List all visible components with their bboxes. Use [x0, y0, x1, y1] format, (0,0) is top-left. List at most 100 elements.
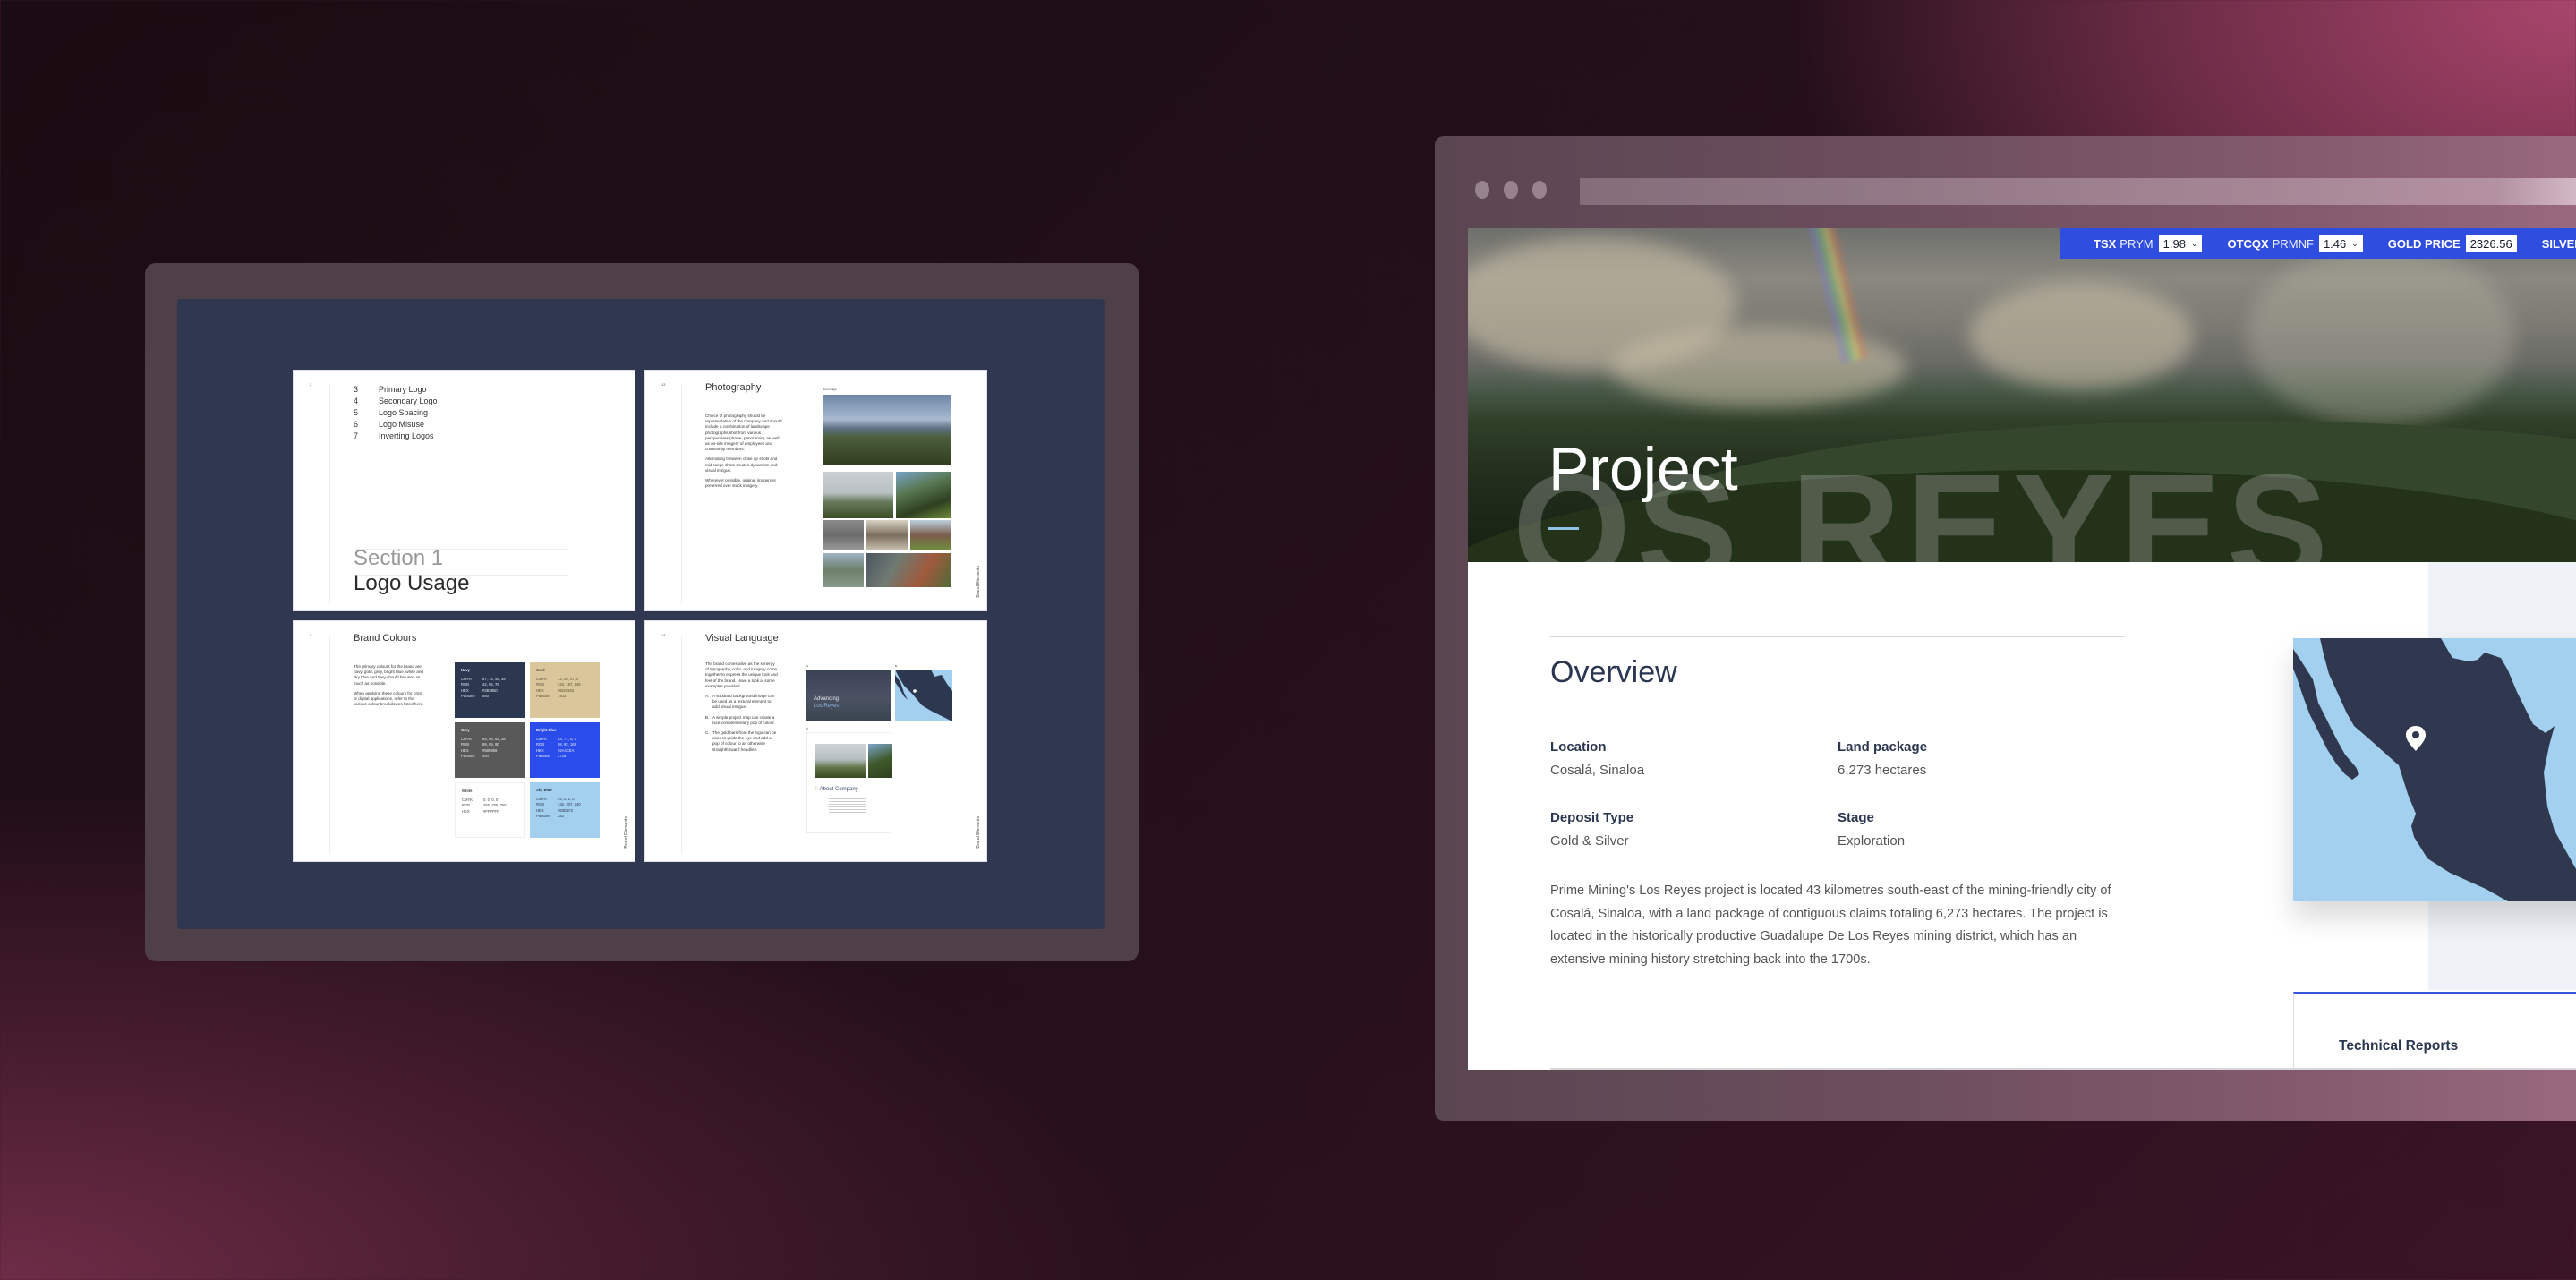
- swatch-white: White CMYK 0, 0, 0, 0 RGB 255, 255, 255 HEX #F…: [455, 782, 525, 838]
- swatch-spec-row: Pantone 283: [536, 814, 564, 818]
- cloud: [1969, 282, 2193, 389]
- page-rule: [681, 636, 682, 854]
- example-a-line1: Advancing: [814, 696, 840, 702]
- page-title: Visual Language: [705, 633, 779, 644]
- browser-window: LOS REYES Project TSX PRYM 1.98 ⌄ OTCQX P…: [1435, 136, 2576, 1121]
- side-label: Brand Elements: [624, 816, 629, 849]
- example-c-photo: [868, 744, 892, 778]
- page-number: 14: [661, 633, 666, 637]
- example-c-text-lines: [829, 798, 866, 815]
- toc-item: 5 Logo Spacing: [354, 408, 429, 417]
- swatch-spec-row: Pantone 540: [461, 694, 489, 698]
- page-rule: [681, 385, 682, 603]
- page-rule: [329, 636, 330, 854]
- example-c-heading: ⦀ About Company: [815, 787, 858, 792]
- web-page: LOS REYES Project TSX PRYM 1.98 ⌄ OTCQX P…: [1468, 228, 2576, 1070]
- ticker-silver-price: SILVER P: [2541, 236, 2576, 251]
- cloud: [2247, 246, 2515, 425]
- arches-photo: [910, 520, 951, 550]
- side-label: Brand Elements: [976, 566, 981, 598]
- example-a-line2: Los Reyes: [814, 704, 840, 709]
- swatch-name: Sky Blue: [536, 788, 552, 792]
- brand-page-visual-language[interactable]: 14 Visual Language The brand comes alive…: [644, 620, 987, 862]
- swatch-name: Bright Blue: [536, 728, 557, 732]
- paragraph: The brand comes alive as the synergy of …: [705, 661, 778, 688]
- technical-reports-label: Technical Reports: [2339, 1038, 2459, 1054]
- tsx-price-dropdown[interactable]: 1.98 ⌄: [2158, 235, 2203, 252]
- page-number: 2: [310, 382, 312, 387]
- swatch-spec-row: Pantone 2728: [536, 754, 567, 758]
- window-controls: [1475, 181, 1547, 199]
- example-c-card: ⦀ About Company: [806, 732, 892, 833]
- paragraph: Alternating between close up shots and m…: [705, 457, 778, 473]
- valley-photo: [896, 472, 951, 518]
- project-map[interactable]: [2293, 638, 2576, 901]
- brand-page-photography[interactable]: 13 Photography Choice of photography sho…: [644, 370, 987, 611]
- address-bar[interactable]: [1580, 178, 2576, 205]
- fact-deposit-type: Deposit Type Gold & Silver: [1550, 810, 1634, 849]
- toc-item: 6 Logo Misuse: [354, 420, 425, 429]
- hero-photo: [823, 395, 951, 465]
- close-window-dot[interactable]: [1475, 181, 1489, 199]
- paragraph: When applying these colours for print or…: [354, 690, 424, 707]
- minimize-window-dot[interactable]: [1504, 181, 1518, 199]
- swatch-navy: Navy CMYK 87, 74, 45, 39 RGB 42, 56, 79 HEX #2…: [455, 662, 525, 718]
- page-number: 8: [310, 633, 312, 637]
- swatch-spec-row: HEX #FFFFFF: [462, 808, 499, 814]
- drill-site-photo: [866, 553, 951, 587]
- swatch-sky-blue: Sky Blue CMYK 44, 2, 1, 0 RGB 132, 207, 240 H…: [530, 782, 600, 838]
- page-rule: [329, 385, 330, 603]
- paragraph: The primary colours for the brand are na…: [354, 664, 423, 686]
- brand-page-logo-usage[interactable]: 2 3 Primary Logo 4 Secondary Logo 5 Logo Sp…: [293, 370, 635, 611]
- list-item: A. A subdued background image can be used…: [705, 694, 775, 710]
- hero-title: Project: [1548, 435, 1738, 503]
- swatch-spec-row: Pantone 444: [461, 754, 489, 758]
- example-c-photo: [815, 744, 866, 778]
- section-label: Section 1: [354, 546, 444, 570]
- brand-page-colours[interactable]: 8 Brand Colours The primary colours for …: [293, 620, 635, 862]
- mainland-landmass: [2320, 638, 2576, 901]
- workers-photo: [866, 520, 908, 550]
- hero-banner: LOS REYES Project: [1468, 228, 2576, 562]
- page-body: The brand comes alive as the synergy of …: [705, 661, 779, 757]
- section-title: Logo Usage: [354, 571, 470, 595]
- ticker-tsx: TSX PRYM 1.98 ⌄: [2094, 235, 2203, 252]
- example-letter: B.: [895, 664, 898, 668]
- swatch-grey: Grey CMYK 64, 56, 53, 28 RGB 89, 89, 90 HEX #5…: [455, 722, 525, 778]
- technical-reports-card[interactable]: Technical Reports: [2293, 992, 2576, 1070]
- mexico-mini-map: [895, 670, 952, 721]
- table-of-contents: 3 Primary Logo 4 Secondary Logo 5 Logo Spac…: [354, 384, 438, 442]
- side-label: Brand Elements: [976, 816, 981, 849]
- example-letter: C.: [806, 727, 809, 730]
- mexico-map: [2293, 638, 2576, 901]
- swatch-name: Navy: [461, 668, 471, 672]
- fact-location: Location Cosalá, Sinaloa: [1550, 739, 1645, 778]
- example-letter: A.: [806, 664, 809, 668]
- fact-land-package: Land package 6,273 hectares: [1838, 739, 1928, 778]
- page-title: Photography: [705, 382, 762, 393]
- page-number: 13: [661, 382, 666, 387]
- stock-ticker-bar: TSX PRYM 1.98 ⌄ OTCQX PRMNF 1.46 ⌄ GOLD PR…: [2060, 228, 2576, 259]
- chevron-down-icon: ⌄: [2190, 238, 2198, 248]
- maximize-window-dot[interactable]: [1532, 181, 1547, 199]
- swatch-spec-row: Pantone 7403: [536, 694, 567, 698]
- paragraph: Choice of photography should be represen…: [705, 414, 782, 452]
- swatch-name: Gold: [536, 668, 545, 672]
- toc-item: 7 Inverting Logos: [354, 431, 434, 440]
- image-caption: Hero Image: [823, 388, 837, 391]
- toc-item: 4 Secondary Logo: [354, 397, 438, 405]
- ticker-otcqx: OTCQX PRMNF 1.46 ⌄: [2227, 235, 2363, 252]
- list-item: B. A simple project map can create a nice…: [705, 714, 775, 725]
- overview-description: Prime Mining's Los Reyes project is loca…: [1550, 883, 2111, 967]
- swatch-name: Grey: [461, 728, 470, 732]
- swatch-name: White: [462, 789, 473, 793]
- core-sample-photo: [823, 520, 864, 550]
- fact-stage: Stage Exploration: [1838, 810, 1906, 849]
- overview-title: Overview: [1550, 655, 1677, 689]
- overview-divider: [1550, 636, 2125, 637]
- swatch-bright-blue: Bright Blue CMYK 83, 71, 0, 0 RGB 68, 92, 16…: [530, 722, 600, 778]
- gold-bars-icon: ⦀: [815, 787, 817, 792]
- paragraph: Whenever possible, original imagery is p…: [705, 478, 776, 489]
- otcqx-price-dropdown[interactable]: 1.46 ⌄: [2318, 235, 2363, 252]
- chevron-down-icon: ⌄: [2351, 238, 2358, 248]
